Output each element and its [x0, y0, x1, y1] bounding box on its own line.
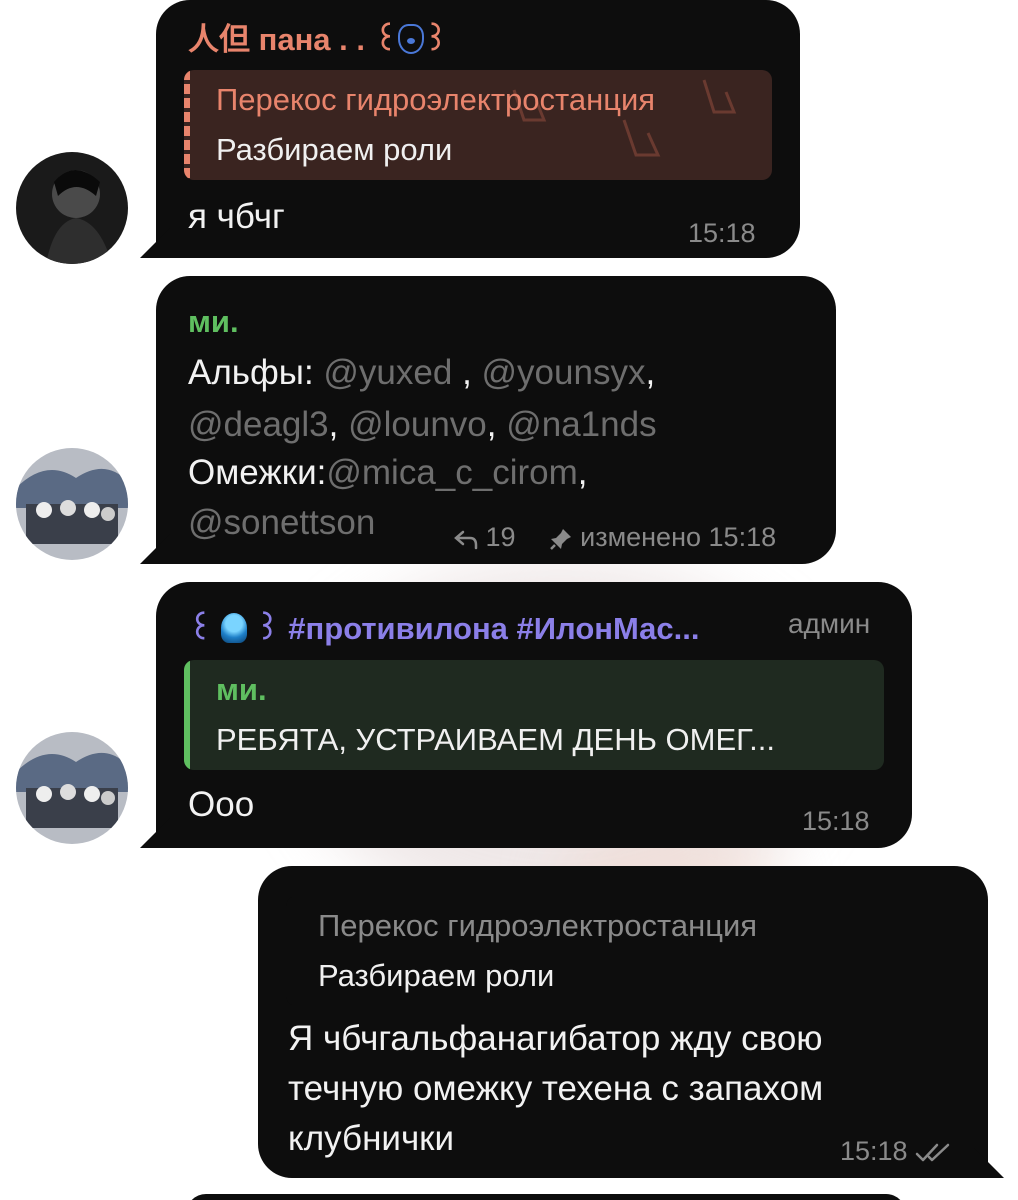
message-bubble-outgoing[interactable]: Перекос гидроэлектростанция Разбираем ро… [258, 866, 1004, 1178]
message-time: 15:18 [802, 806, 870, 836]
avatar[interactable] [16, 732, 128, 844]
quote-bar [286, 896, 292, 1006]
mention-link[interactable]: @yuxed [323, 353, 452, 392]
mention-link[interactable]: @younsyx [482, 353, 646, 392]
text-span: Альфы: [188, 353, 324, 392]
message-text-line: Альфы: @yuxed , @younsyx, [188, 346, 655, 400]
next-message-bubble[interactable] [186, 1194, 906, 1200]
edited-label: изменено [580, 522, 702, 552]
avatar[interactable] [16, 152, 128, 264]
mention-link[interactable]: @deagl3 [188, 405, 329, 444]
text-span: , [328, 405, 349, 444]
bubble-tail [140, 818, 170, 848]
message-text-line: @sonettson [188, 496, 375, 550]
message-bubble[interactable]: ꒰ ꒱ #противилона #ИлонМас... админ ми. Р… [140, 582, 912, 848]
replies-count[interactable]: 19 [486, 522, 516, 552]
quote-text: Разбираем роли [318, 958, 555, 993]
sender-name[interactable]: ꒰ ꒱ #противилона #ИлонМас... [188, 606, 700, 647]
quote-title: Перекос гидроэлектростанция [216, 82, 656, 117]
bubble-tail [140, 228, 170, 258]
pin-icon [549, 528, 571, 550]
sender-name[interactable]: 人但 пана . . ꒰ ꒱ [188, 14, 448, 59]
text-span: , [577, 453, 588, 492]
quote-title: Перекос гидроэлектростанция [318, 908, 758, 943]
message-text: я чбчг [188, 197, 285, 236]
admin-badge: админ [788, 608, 871, 639]
message-bubble[interactable]: ми. Альфы: @yuxed , @younsyx, @deagl3, @… [140, 276, 836, 564]
sender-name-text: 人但 пана . . ꒰ [188, 22, 398, 57]
reply-arrow-icon [454, 530, 478, 550]
quote-text: Разбираем роли [216, 132, 453, 167]
quote-text: РЕБЯТА, УСТРАИВАЕМ ДЕНЬ ОМЕГ... [216, 722, 775, 757]
double-check-icon [915, 1143, 950, 1162]
message-meta: 15:18 [840, 1136, 953, 1167]
text-span: , [645, 353, 656, 392]
mention-link[interactable]: @mica_c_cirom [326, 453, 577, 492]
quote-bar [184, 660, 190, 770]
message-text-line: Омежки:@mica_c_cirom, [188, 446, 588, 500]
message-time: 15:18 [840, 1136, 908, 1166]
message-time: 15:18 [688, 218, 756, 248]
message-text: Ооо [188, 785, 255, 824]
sender-name-suffix: ꒱ [423, 22, 449, 57]
hamsa-emoji-icon [397, 24, 424, 54]
message-text-line: Я чбчгальфанагибатор жду свою [288, 1019, 823, 1058]
bubble-tail [140, 534, 170, 564]
sender-name-text: ꒱ #противилона #ИлонМас... [255, 611, 700, 646]
quote-title: ми. [216, 672, 267, 707]
text-span: , [452, 353, 482, 392]
mention-link[interactable]: @na1nds [506, 405, 656, 444]
message-text-line: клубнички [288, 1119, 455, 1158]
message-bubble[interactable]: 人但 пана . . ꒰ ꒱ Перекос гидроэлектростанц… [140, 0, 800, 258]
text-span: Омежки: [188, 453, 327, 492]
sender-name-prefix: ꒰ [188, 611, 213, 646]
quote-bar [184, 70, 190, 180]
jellyfish-emoji-icon [220, 613, 247, 643]
mention-link[interactable]: @sonettson [188, 503, 375, 542]
text-span: , [486, 405, 507, 444]
reply-quote[interactable]: Перекос гидроэлектростанция Разбираем ро… [184, 70, 772, 180]
sender-name[interactable]: ми. [188, 304, 239, 340]
avatar[interactable] [16, 448, 128, 560]
message-time: 15:18 [708, 522, 777, 552]
message-text-line: течную омежку техена с запахом [288, 1069, 824, 1108]
message-text-line: @deagl3, @lounvo, @na1nds [188, 398, 657, 452]
reply-quote[interactable]: ми. РЕБЯТА, УСТРАИВАЕМ ДЕНЬ ОМЕГ... [184, 660, 884, 770]
message-meta: 19 изменено 15:18 [454, 522, 776, 553]
mention-link[interactable]: @lounvo [348, 405, 487, 444]
bubble-tail [974, 1148, 1004, 1178]
reply-quote[interactable]: Перекос гидроэлектростанция Разбираем ро… [286, 896, 936, 1006]
